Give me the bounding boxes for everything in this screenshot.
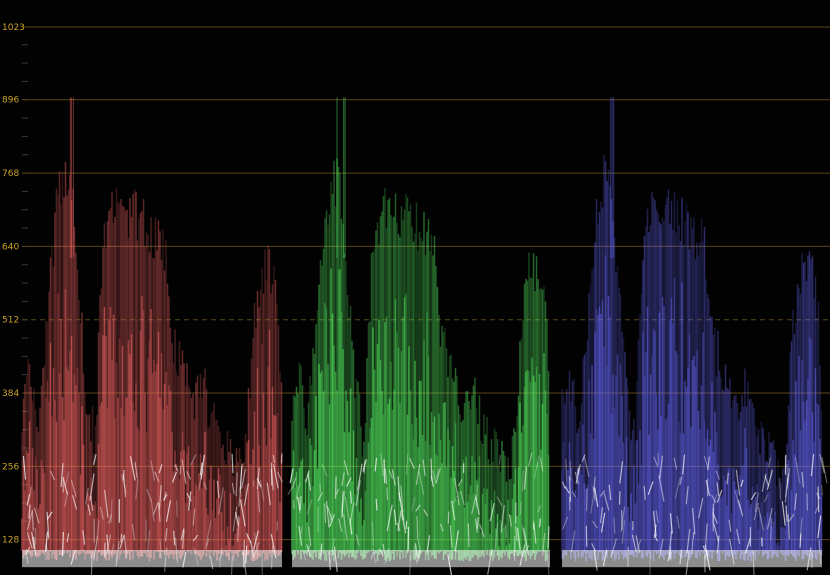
trace-highlight — [334, 476, 337, 499]
rgb-parade-scope: 1023 896 768 640 512 384 256 128 — [0, 0, 830, 575]
trace-highlight — [521, 470, 524, 492]
trace-highlight — [324, 503, 327, 524]
trace-highlight — [779, 478, 782, 500]
tick-label-384: 384 — [2, 389, 19, 399]
trace-highlight — [386, 487, 389, 501]
black-level-band — [22, 549, 282, 568]
trace-highlight — [110, 499, 113, 524]
trace-highlight — [416, 515, 419, 537]
waveform-canvas: 1023 896 768 640 512 384 256 128 — [2, 23, 830, 575]
tick-label-768: 768 — [2, 169, 19, 179]
trace-highlight — [613, 517, 616, 534]
waveform-traces — [21, 97, 828, 575]
blue-channel-trace — [561, 97, 828, 575]
trace-highlight — [363, 461, 366, 474]
black-level-band — [562, 549, 822, 568]
trace-highlight — [498, 454, 501, 465]
trace-highlight — [519, 501, 522, 515]
trace-highlight — [319, 484, 322, 492]
tick-label-896: 896 — [2, 96, 19, 106]
trace-highlight — [585, 488, 588, 512]
trace-highlight — [467, 523, 470, 548]
trace-highlight — [821, 457, 828, 484]
tick-label-1023: 1023 — [2, 23, 25, 33]
black-level-band — [292, 549, 550, 568]
trace-highlight — [538, 518, 542, 528]
green-channel-trace — [287, 97, 550, 575]
trace-highlight — [175, 500, 178, 517]
trace-highlight — [375, 498, 378, 511]
trace-highlight — [280, 453, 283, 464]
tick-label-640: 640 — [2, 242, 19, 252]
tick-label-128: 128 — [2, 536, 19, 546]
red-channel-trace — [21, 97, 283, 575]
tick-label-256: 256 — [2, 462, 19, 472]
trace-highlight — [817, 486, 820, 513]
trace-highlight — [569, 460, 572, 481]
tick-label-512: 512 — [2, 316, 19, 326]
trace-highlight — [298, 496, 301, 514]
trace-highlight — [120, 533, 123, 543]
